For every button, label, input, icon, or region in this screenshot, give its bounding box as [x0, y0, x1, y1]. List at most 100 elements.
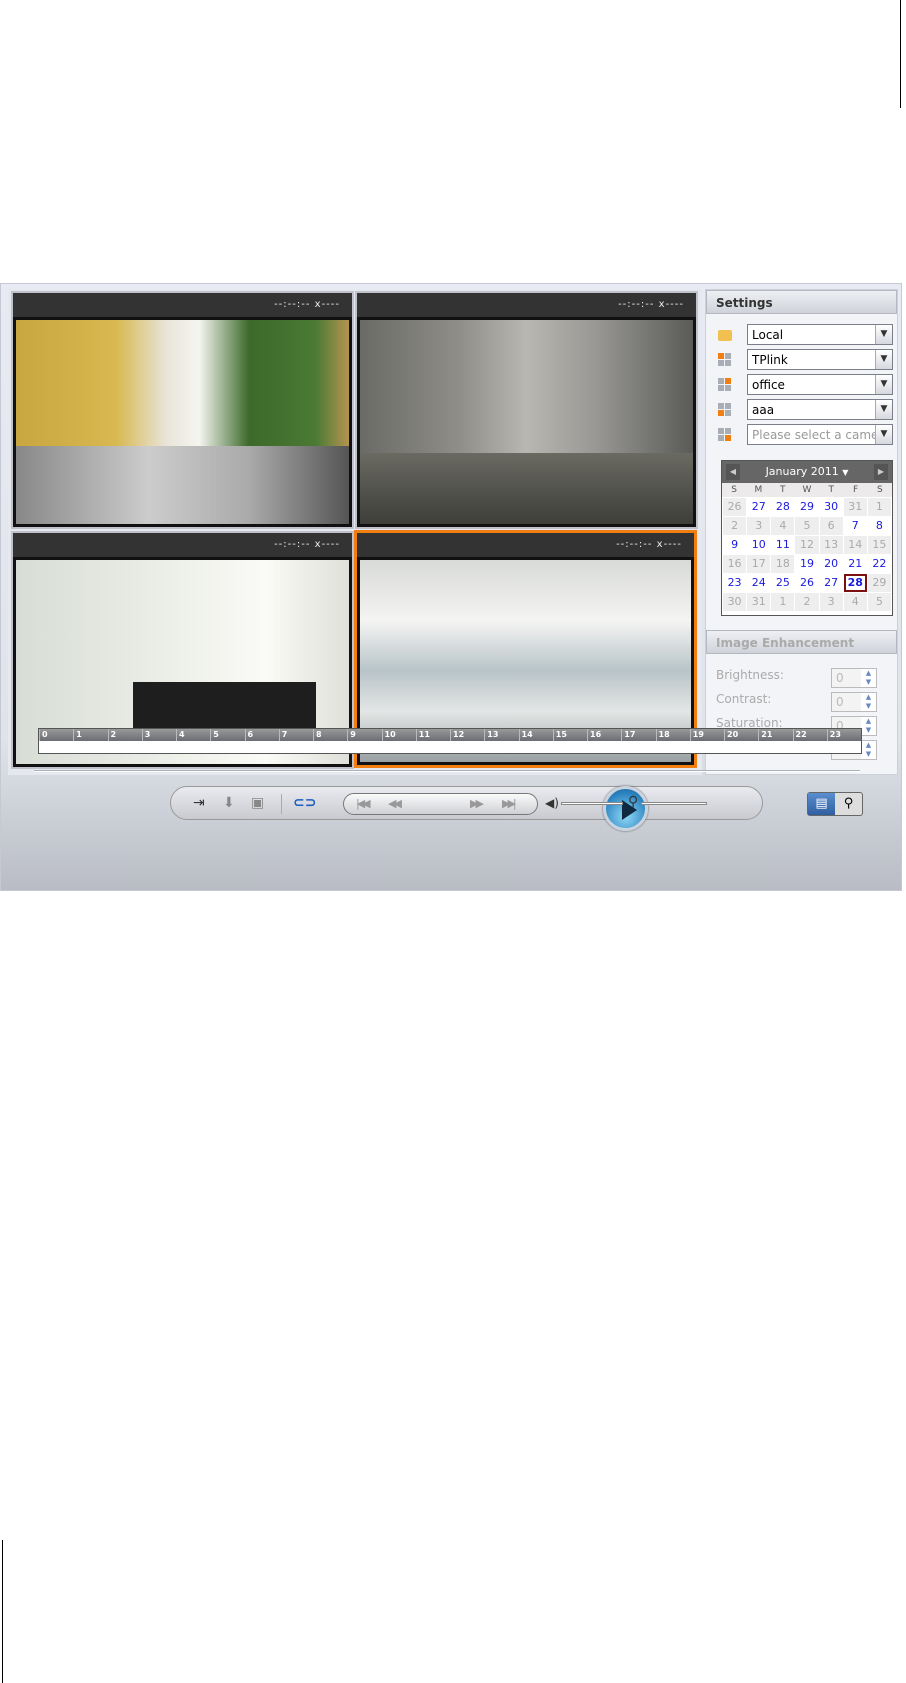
weekday-label: S	[876, 485, 883, 495]
skip-back-icon[interactable]: |◀◀	[356, 797, 371, 810]
weekday-label: S	[731, 485, 737, 495]
zoom-icon[interactable]: ⚲	[628, 794, 638, 810]
chevron-down-icon[interactable]: ▼	[875, 350, 892, 369]
timeline-hour-label: 5	[210, 729, 244, 741]
calendar-day[interactable]: 20	[820, 555, 843, 573]
calendar-day[interactable]: 26	[795, 574, 818, 592]
timeline-hour-label: 10	[381, 729, 416, 741]
weekday-label: T	[779, 485, 786, 495]
skip-forward-icon[interactable]: ▶▶|	[502, 797, 517, 810]
spinner-arrows-icon[interactable]: ▲ ▼	[861, 693, 876, 711]
calendar-day: 14	[843, 536, 867, 554]
spinner-arrows-icon[interactable]: ▲ ▼	[861, 669, 876, 687]
timeline-hour-label: 18	[655, 729, 690, 741]
enhancement-spinner[interactable]: 0 ▲▼	[831, 668, 877, 688]
timeline-hour-label: 15	[552, 729, 587, 741]
image-enhancement-title: Image Enhancement	[706, 630, 897, 654]
calendar-day: 16	[723, 555, 747, 573]
calendar-day: 15	[867, 536, 891, 554]
camera-tile-2[interactable]: --:--:-- x----	[355, 291, 698, 529]
calendar-day: 5	[867, 593, 891, 611]
server-select[interactable]: TPlink ▼	[747, 349, 893, 370]
calendar-day[interactable]: 28	[771, 498, 794, 516]
spinner-arrows-icon[interactable]: ▲ ▼	[861, 717, 876, 735]
calendar-day[interactable]: 22	[868, 555, 891, 573]
film-icon[interactable]: ▤	[808, 793, 835, 815]
camera-select-row: Please select a camera ▼	[718, 424, 894, 446]
camera-select[interactable]: Please select a camera ▼	[747, 424, 893, 445]
calendar-day[interactable]: 24	[747, 574, 770, 592]
select-value: aaa	[752, 403, 775, 417]
calendar-day: 5	[795, 517, 819, 535]
spinner-arrows-icon[interactable]: ▲ ▼	[861, 741, 876, 759]
next-month-button[interactable]: ▶	[874, 464, 888, 480]
export-icon[interactable]: ⇥	[193, 795, 205, 811]
camera-timestamp: --:--:-- x----	[357, 293, 696, 317]
camera-timestamp: --:--:-- x----	[357, 533, 694, 557]
camera-tile-1[interactable]: --:--:-- x----	[11, 291, 354, 529]
view-select[interactable]: aaa ▼	[747, 399, 893, 420]
volume-icon[interactable]: ◀)	[545, 796, 559, 810]
play-button[interactable]	[603, 786, 648, 831]
timeline-hour-label: 17	[621, 729, 655, 741]
calendar-day[interactable]: 27	[747, 498, 770, 516]
weekday-label: W	[802, 485, 812, 495]
timeline-hour-label: 13	[484, 729, 518, 741]
timeline-hour-label: 1	[73, 729, 107, 741]
group-select-row: office ▼	[718, 374, 894, 396]
calendar-day-selected[interactable]: 28	[843, 574, 867, 592]
view-select-row: aaa ▼	[718, 399, 894, 421]
chevron-down-icon[interactable]: ▼	[842, 468, 848, 477]
fast-forward-icon[interactable]: ▶▶	[470, 797, 484, 810]
enhancement-label: Brightness:	[716, 668, 784, 682]
calendar-day[interactable]: 29	[795, 498, 818, 516]
search-icon[interactable]: ⚲	[835, 793, 862, 815]
rewind-icon[interactable]: ◀◀	[388, 797, 402, 810]
calendar-day[interactable]: 25	[771, 574, 794, 592]
calendar-day: 17	[747, 555, 771, 573]
volume-slider[interactable]	[561, 802, 623, 805]
prev-month-button[interactable]: ◀	[726, 464, 740, 480]
chevron-down-icon[interactable]: ▼	[875, 375, 892, 394]
calendar-day: 31	[843, 498, 867, 516]
calendar-day[interactable]: 30	[820, 498, 843, 516]
storage-select-row: Local ▼	[718, 324, 894, 346]
calendar-day[interactable]: 11	[771, 536, 794, 554]
storage-select[interactable]: Local ▼	[747, 324, 893, 345]
calendar-day: 18	[771, 555, 795, 573]
timeline-hour-label: 22	[792, 729, 827, 741]
calendar-day[interactable]: 8	[868, 517, 891, 535]
calendar-header: ◀ January 2011 ▼ ▶	[722, 461, 892, 483]
timeline-hour-label: 16	[587, 729, 621, 741]
calendar-day[interactable]: 7	[844, 517, 867, 535]
download-icon[interactable]: ⬇	[223, 795, 235, 811]
chevron-down-icon[interactable]: ▼	[875, 425, 892, 444]
calendar-day[interactable]: 27	[820, 574, 843, 592]
sync-link-icon[interactable]: ⊂⊃	[293, 795, 316, 811]
calendar-day[interactable]: 21	[844, 555, 867, 573]
timeline[interactable]: 0 1 2 3 4 5 6 7 8 9 10 11 12 13 14 15 16 17 18 19 20 21 22 23	[38, 728, 862, 754]
layout-icon	[718, 403, 732, 417]
group-select[interactable]: office ▼	[747, 374, 893, 395]
calendar-day: 6	[819, 517, 843, 535]
layout-icon	[718, 353, 732, 367]
calendar-day[interactable]: 23	[723, 574, 746, 592]
calendar-day[interactable]: 19	[795, 555, 818, 573]
camera-timestamp: --:--:-- x----	[13, 533, 352, 557]
view-mode-toggle: ▤ ⚲	[807, 792, 863, 816]
calendar-month-label[interactable]: January 2011	[766, 465, 839, 478]
snapshot-camera-icon[interactable]: ▣	[251, 795, 264, 811]
select-value: office	[752, 378, 785, 392]
zoom-slider[interactable]	[641, 802, 707, 805]
calendar-day: 1	[867, 498, 891, 516]
page-edge-line	[2, 1540, 3, 1683]
chevron-down-icon[interactable]: ▼	[875, 400, 892, 419]
divider	[34, 770, 860, 772]
chevron-down-icon[interactable]: ▼	[875, 325, 892, 344]
calendar-day[interactable]: 9	[723, 536, 746, 554]
settings-panel: Settings Local ▼ TPlink ▼ office ▼ aaa ▼ Ple…	[705, 289, 898, 775]
timeline-hour-label: 0	[39, 729, 73, 741]
enhancement-spinner[interactable]: 0 ▲▼	[831, 692, 877, 712]
calendar-day[interactable]: 10	[747, 536, 770, 554]
calendar: ◀ January 2011 ▼ ▶ SMTWTFS 26 27 28 29 30 31 1…	[721, 460, 893, 616]
